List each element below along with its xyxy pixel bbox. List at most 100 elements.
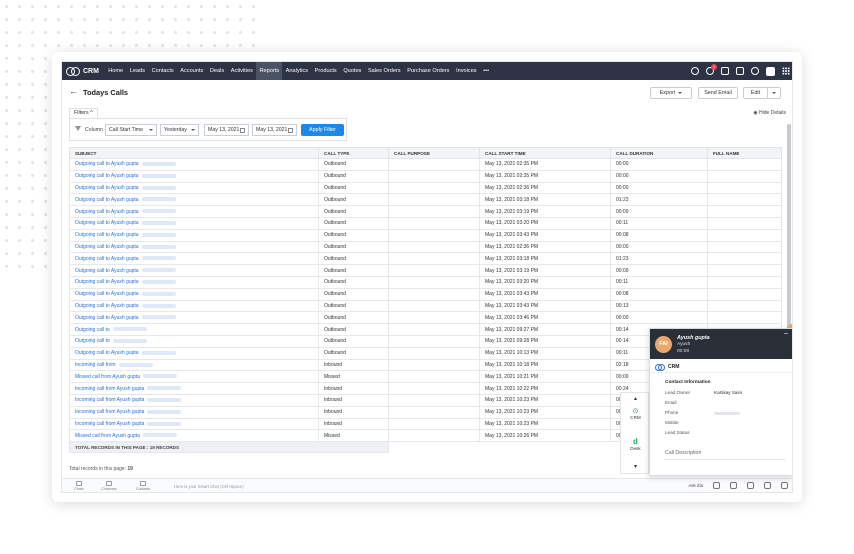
header-subject[interactable]: SUBJECT [69,147,319,159]
subject-link[interactable]: Outgoing call to Ayush gupta [75,185,139,191]
subject-link[interactable]: Missed call from Ayush gupta [75,433,140,439]
subject-link[interactable]: Outgoing call to Ayush gupta [75,209,139,215]
desk-widget-button[interactable]: d Desk [621,437,650,451]
subject-link[interactable]: Outgoing call to [75,327,110,333]
subject-link[interactable]: Incoming call from Ayush gupta [75,409,144,415]
header-call-type[interactable]: CALL TYPE [318,147,389,159]
tools-icon[interactable] [747,482,754,489]
cell-subject[interactable]: Outgoing call to Ayush gupta [69,275,319,289]
nav-activities[interactable]: Activities [228,62,257,80]
subject-link[interactable]: Outgoing call to Ayush gupta [75,161,139,167]
nav-purchase-orders[interactable]: Purchase Orders [404,62,453,80]
header-call-start-time[interactable]: CALL START TIME [479,147,611,159]
crm-widget-button[interactable]: ⊙ CRM [621,407,650,420]
cell-subject[interactable]: Outgoing call to Ayush gupta [69,299,319,313]
cell-subject[interactable]: Outgoing call to Ayush gupta [69,346,319,360]
cell-subject[interactable]: Outgoing call to [69,334,319,348]
subject-link[interactable]: Incoming call from Ayush gupta [75,397,144,403]
nav-deals[interactable]: Deals [207,62,228,80]
period-select[interactable]: Yesterday [160,124,199,136]
subject-link[interactable]: Outgoing call to [75,338,110,344]
vertical-scrollbar[interactable] [787,124,791,338]
subject-link[interactable]: Outgoing call to Ayush gupta [75,279,139,285]
nav-reports[interactable]: Reports [256,62,283,80]
table-row[interactable]: Outgoing call to Ayush gupta Outbound May … [69,205,782,218]
subject-link[interactable]: Outgoing call to Ayush gupta [75,268,139,274]
nav-home[interactable]: Home [105,62,127,80]
search-icon[interactable] [691,67,699,75]
date-from-input[interactable]: May 13, 2021 [204,124,249,136]
subject-link[interactable]: Outgoing call to Ayush gupta [75,291,139,297]
cell-subject[interactable]: Outgoing call to Ayush gupta [69,158,319,171]
cell-subject[interactable]: Outgoing call to Ayush gupta [69,216,319,230]
date-to-input[interactable]: May 13, 2021 [252,124,297,136]
cell-subject[interactable]: Incoming call from Ayush gupta [69,382,319,395]
table-row[interactable]: Outgoing call to Ayush gupta Outbound May … [69,299,782,313]
game-icon[interactable] [713,482,720,489]
subject-link[interactable]: Incoming call from [75,362,116,368]
subject-link[interactable]: Incoming call from Ayush gupta [75,386,144,392]
chevron-down-icon[interactable]: ▾ [621,463,650,470]
subject-link[interactable]: Incoming call from Ayush gupta [75,421,144,427]
bell-icon[interactable]: 1 [706,64,717,75]
nav-quotes[interactable]: Quotes [340,62,365,80]
apply-filter-button[interactable]: Apply Filter [301,124,344,136]
nav-products[interactable]: Products [311,62,340,80]
settings-icon[interactable] [751,67,759,75]
send-email-button[interactable]: Send Email [698,87,738,99]
subject-link[interactable]: Outgoing call to Ayush gupta [75,256,139,262]
filters-toggle[interactable]: Filters ^ [69,108,98,118]
edit-button[interactable]: Edit [743,87,767,99]
cell-subject[interactable]: Missed call from Ayush gupta [69,370,319,384]
nav-invoices[interactable]: Invoices [453,62,480,80]
subject-link[interactable]: Outgoing call to Ayush gupta [75,244,139,250]
table-row[interactable]: Outgoing call to Ayush gupta Outbound May … [69,228,782,242]
ask-zia-button[interactable]: Ask Zia [688,483,703,488]
edit-dropdown-button[interactable] [767,87,781,99]
cell-subject[interactable]: Outgoing call to Ayush gupta [69,287,319,301]
calendar-icon[interactable] [721,67,729,75]
table-row[interactable]: Outgoing call to Ayush gupta Outbound May … [69,311,782,325]
subject-link[interactable]: Outgoing call to Ayush gupta [75,220,139,226]
header-call-duration[interactable]: CALL DURATION [610,147,708,159]
subject-link[interactable]: Outgoing call to Ayush gupta [75,303,139,309]
cell-subject[interactable]: Outgoing call to Ayush gupta [69,252,319,266]
mail-icon[interactable] [736,67,744,75]
nav-more[interactable]: ••• [480,62,492,80]
cell-subject[interactable]: Incoming call from [69,358,319,372]
smart-chat-input[interactable]: Here is your Smart Chat (Ctrl+Space) [174,484,244,489]
user-avatar[interactable] [766,66,775,76]
cell-subject[interactable]: Incoming call from Ayush gupta [69,393,319,407]
cell-subject[interactable]: Missed call from Ayush gupta [69,429,319,443]
cell-subject[interactable]: Outgoing call to Ayush gupta [69,264,319,277]
table-row[interactable]: Outgoing call to Ayush gupta Outbound May … [69,287,782,301]
chats-button[interactable]: Chats [68,481,90,491]
cell-subject[interactable]: Outgoing call to Ayush gupta [69,193,319,207]
table-row[interactable]: Outgoing call to Ayush gupta Outbound May … [69,252,782,266]
subject-link[interactable]: Outgoing call to Ayush gupta [75,197,139,203]
subject-link[interactable]: Outgoing call to Ayush gupta [75,173,139,179]
minimize-button[interactable]: – [784,330,788,337]
table-row[interactable]: Outgoing call to Ayush gupta Outbound May … [69,158,782,171]
export-button[interactable]: Export [650,87,692,99]
phone-icon[interactable] [730,482,737,489]
cell-subject[interactable]: Outgoing call to Ayush gupta [69,228,319,242]
alarm-icon[interactable] [764,482,771,489]
header-full-name[interactable]: FULL NAME [707,147,782,159]
nav-sales-orders[interactable]: Sales Orders [365,62,404,80]
cell-subject[interactable]: Outgoing call to Ayush gupta [69,311,319,325]
cell-subject[interactable]: Outgoing call to Ayush gupta [69,181,319,195]
table-row[interactable]: Outgoing call to Ayush gupta Outbound May … [69,216,782,230]
cell-subject[interactable]: Outgoing call to Ayush gupta [69,169,319,183]
subject-link[interactable]: Outgoing call to Ayush gupta [75,232,139,238]
cell-subject[interactable]: Outgoing call to Ayush gupta [69,205,319,218]
subject-link[interactable]: Outgoing call to Ayush gupta [75,315,139,321]
hide-details-link[interactable]: ◉ Hide Details [753,110,786,116]
history-icon[interactable] [781,482,788,489]
cell-subject[interactable]: Outgoing call to Ayush gupta [69,240,319,254]
nav-contacts[interactable]: Contacts [148,62,177,80]
subject-link[interactable]: Missed call from Ayush gupta [75,374,140,380]
cell-subject[interactable]: Incoming call from Ayush gupta [69,417,319,431]
cell-subject[interactable]: Outgoing call to [69,323,319,336]
table-row[interactable]: Outgoing call to Ayush gupta Outbound May … [69,264,782,277]
